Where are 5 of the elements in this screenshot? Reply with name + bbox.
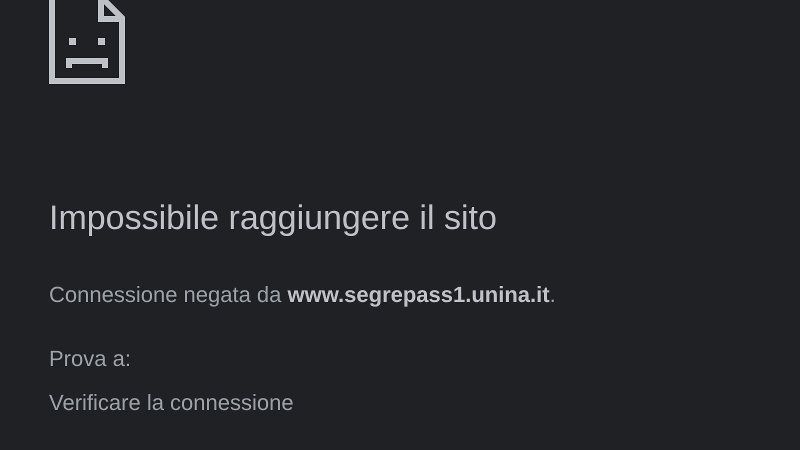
error-message: Connessione negata da www.segrepass1.unina.it.: [49, 281, 557, 309]
error-title: Impossibile raggiungere il sito: [49, 198, 498, 238]
sad-page-icon: [49, 0, 125, 84]
suggestion-item: Verificare la connessione: [49, 389, 295, 417]
try-heading: Prova a:: [49, 345, 132, 373]
